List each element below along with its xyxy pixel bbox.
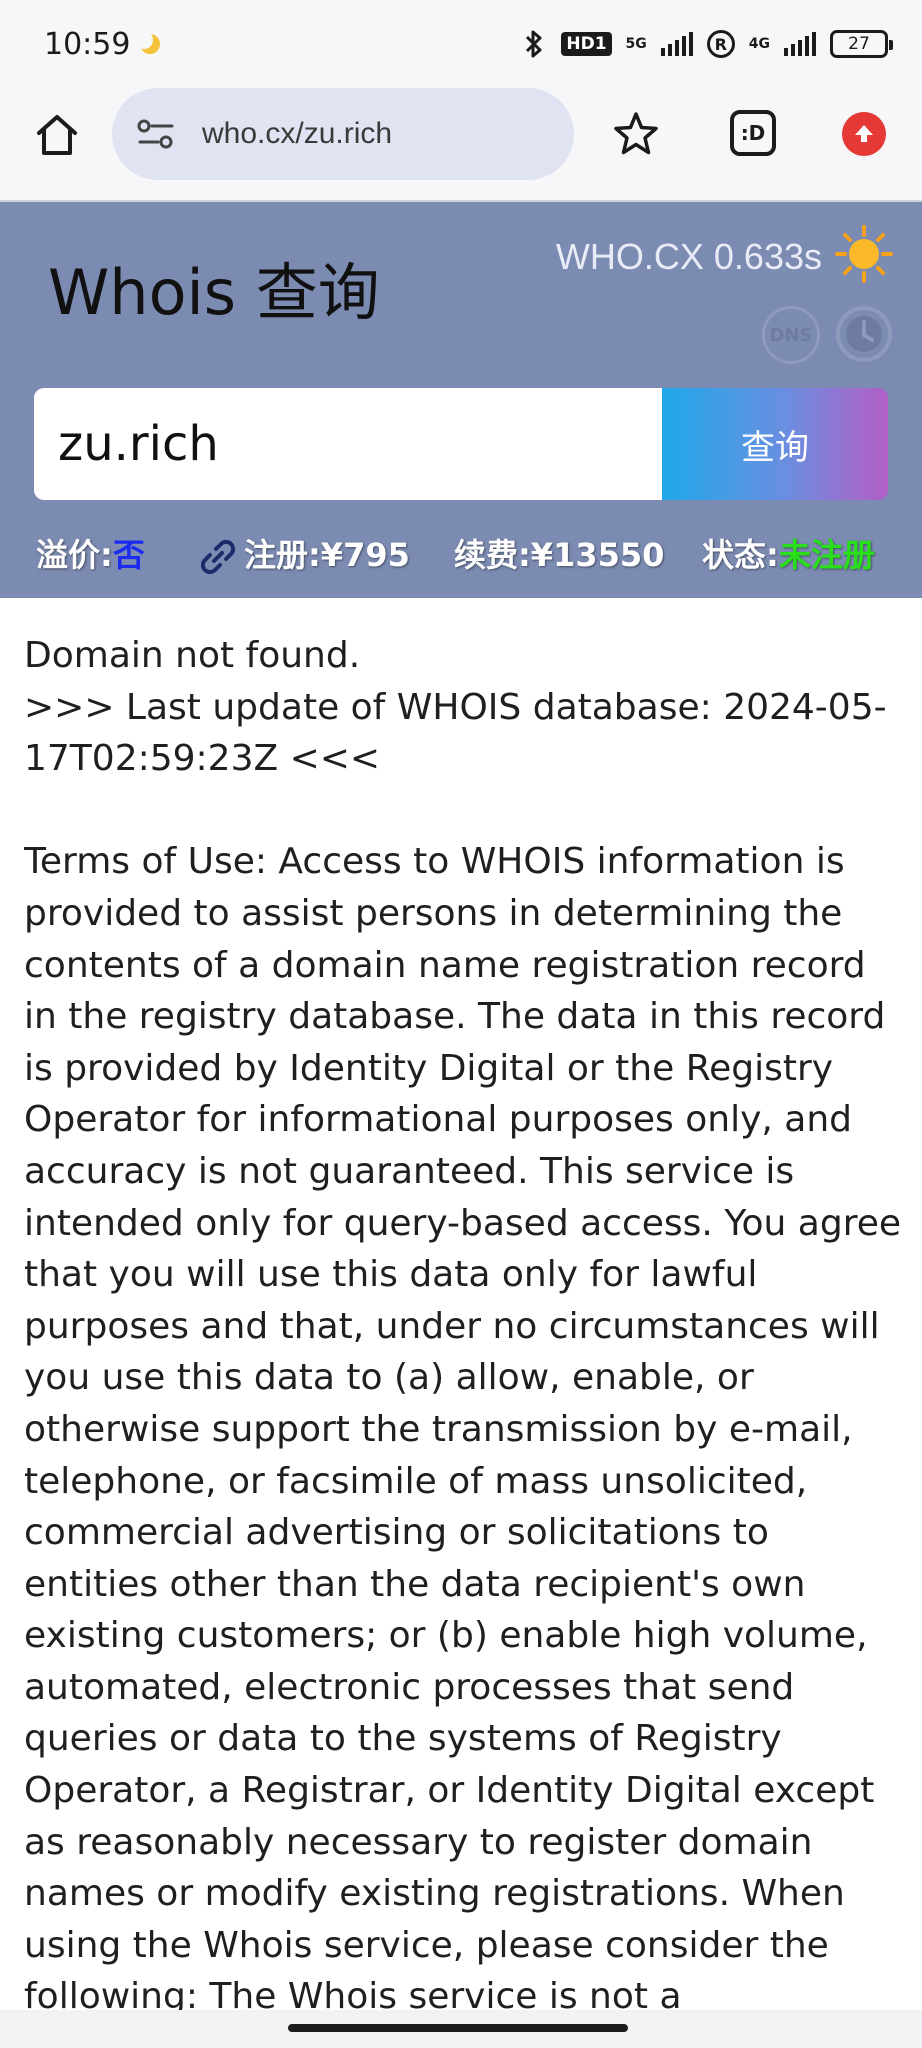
whois-result: Domain not found. >>> Last update of WHO… [24, 630, 904, 2010]
register-price: 注册:¥795 [244, 536, 410, 574]
site-settings-icon[interactable] [136, 117, 176, 151]
home-icon [37, 115, 77, 155]
status-bar: 10:59 HD1 5G R 4G 27 [0, 0, 922, 88]
status-time: 10:59 [44, 26, 131, 62]
status-label: 状态: [702, 536, 779, 574]
whois-result-text: Domain not found. >>> Last update of WHO… [24, 635, 902, 2010]
net-4g-label: 4G [748, 36, 770, 52]
browser-toolbar: who.cx/zu.rich :D [0, 88, 922, 200]
roaming-icon: R [706, 30, 735, 58]
moon-icon [135, 31, 161, 54]
query-timing: WHO.CX 0.633s [555, 236, 822, 277]
whois-header: Whois 查询 WHO.CX 0.633s DNS 查询 溢价:否 注册:¥7… [0, 202, 922, 598]
address-bar[interactable]: who.cx/zu.rich [112, 88, 574, 180]
premium-info: 溢价:否 [36, 530, 145, 576]
url-text[interactable]: who.cx/zu.rich [202, 117, 392, 151]
status-indicators: HD1 5G R 4G 27 [521, 29, 893, 59]
domain-search-input[interactable] [34, 388, 662, 500]
dns-icon[interactable]: DNS [762, 306, 820, 364]
domain-info-row: 溢价:否 注册:¥795 续费:¥13550 状态:未注册 [36, 530, 896, 580]
status-value: 未注册 [778, 536, 875, 574]
bookmark-button[interactable] [608, 106, 664, 162]
sun-icon[interactable] [834, 224, 894, 284]
home-indicator[interactable] [288, 2024, 628, 2032]
page-title: Whois 查询 [48, 256, 380, 329]
home-button[interactable] [30, 108, 84, 162]
search-button[interactable]: 查询 [662, 388, 888, 500]
bluetooth-icon [526, 30, 542, 58]
star-icon [614, 112, 658, 155]
net-5g-label: 5G [625, 36, 647, 52]
signal-5g-icon [660, 32, 693, 56]
register-price-info[interactable]: 注册:¥795 [196, 530, 410, 577]
battery-icon: 27 [830, 30, 893, 58]
renew-price: 续费:¥13550 [454, 536, 665, 574]
premium-value: 否 [112, 536, 145, 574]
signal-4g-icon [784, 32, 816, 56]
premium-label: 溢价: [36, 536, 113, 574]
link-icon[interactable] [196, 537, 240, 577]
tab-switcher-icon: :D [740, 121, 766, 145]
extension-icon [855, 125, 873, 142]
status-time-group: 10:59 [44, 26, 161, 62]
hd-badge: HD1 [561, 32, 612, 56]
tab-switcher-button[interactable]: :D [730, 110, 776, 156]
status-info: 状态:未注册 [702, 530, 875, 576]
extension-button[interactable] [842, 112, 886, 156]
history-clock-icon[interactable] [834, 304, 894, 364]
